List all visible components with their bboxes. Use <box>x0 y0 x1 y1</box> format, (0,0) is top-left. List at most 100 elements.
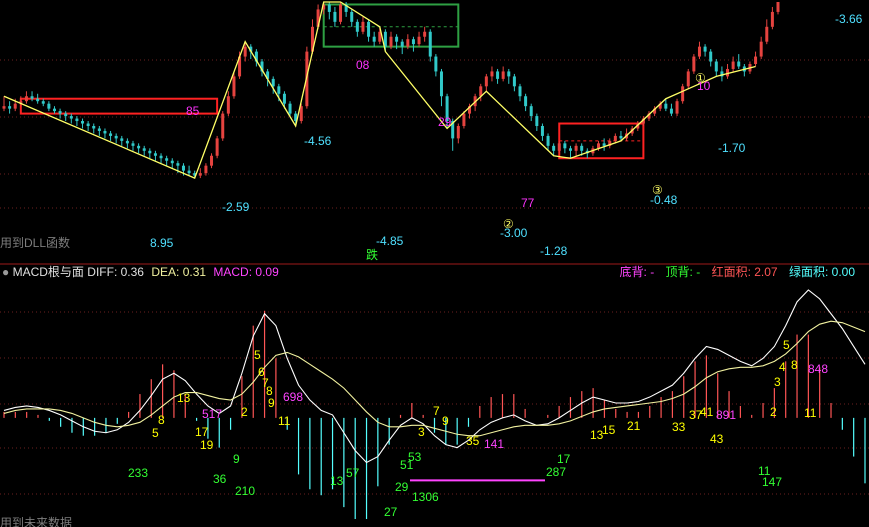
candle-body <box>120 138 124 141</box>
candle-body <box>563 143 567 149</box>
candle-body <box>13 103 17 109</box>
circled-marker: ③ <box>652 183 663 197</box>
candle-body <box>529 106 533 117</box>
candle-body <box>142 148 146 151</box>
macd-count-number: 9 <box>442 414 449 428</box>
zigzag-price-label: -1.70 <box>718 141 746 155</box>
candle-body <box>148 150 152 154</box>
candle-body <box>221 113 225 139</box>
macd-count-number: 21 <box>627 419 641 433</box>
indicator-settings-icon[interactable]: ● <box>2 265 9 279</box>
zigzag-price-label: 77 <box>521 196 535 210</box>
macd-value: 0.09 <box>255 265 279 279</box>
candle-body <box>737 61 741 67</box>
macd-count-number: 19 <box>200 438 214 452</box>
candle-body <box>406 39 410 47</box>
candle-body <box>36 98 40 102</box>
candle-body <box>524 96 528 107</box>
candle-body <box>754 56 758 64</box>
dea-label: DEA: <box>151 265 180 279</box>
candle-body <box>226 96 230 114</box>
candle-body <box>574 145 578 151</box>
candle-body <box>103 130 107 134</box>
candle-body <box>484 76 488 87</box>
candle-body <box>232 76 236 97</box>
candle-body <box>770 11 774 27</box>
red-area-value: 2.07 <box>754 265 778 279</box>
candle-body <box>776 2 780 12</box>
candle-body <box>552 145 556 151</box>
candlestick-series <box>2 2 780 179</box>
indicator-name[interactable]: MACD根与面 <box>13 265 84 279</box>
candle-body <box>613 135 617 141</box>
candle-body <box>512 76 516 87</box>
candle-body <box>165 158 169 161</box>
top-divergence-value: - <box>696 265 701 279</box>
candle-body <box>417 36 421 45</box>
macd-count-number: 4 <box>779 360 786 374</box>
top-divergence-label: 顶背: <box>665 265 693 279</box>
candle-body <box>288 103 292 114</box>
candle-body <box>619 135 623 139</box>
candle-body <box>490 71 494 77</box>
candle-body <box>282 93 286 104</box>
candle-body <box>411 39 415 45</box>
candle-body <box>355 21 359 32</box>
macd-count-number: 287 <box>546 465 567 479</box>
circled-marker: ① <box>695 71 706 85</box>
macd-count-number: 141 <box>484 437 505 451</box>
candle-body <box>75 118 79 122</box>
candle-body <box>243 46 247 57</box>
candle-body <box>170 160 174 164</box>
macd-count-number: 35 <box>466 434 480 448</box>
dif-line <box>3 289 866 464</box>
candle-body <box>714 61 718 72</box>
dea-value: 0.31 <box>182 265 207 279</box>
candle-body <box>41 101 45 104</box>
macd-count-number: 43 <box>710 432 724 446</box>
macd-label: MACD: <box>213 265 253 279</box>
macd-count-number: 15 <box>602 423 616 437</box>
candle-body <box>8 106 12 109</box>
macd-count-number: 1306 <box>412 490 439 504</box>
macd-count-number: 9 <box>233 452 240 466</box>
candle-body <box>540 126 544 136</box>
candle-body <box>92 126 96 129</box>
zigzag-price-label: 85 <box>186 104 200 118</box>
candle-body <box>686 71 690 87</box>
macd-count-number: 8 <box>791 358 798 372</box>
macd-count-number: 5 <box>783 338 790 352</box>
candle-body <box>109 133 113 136</box>
candle-body <box>210 155 214 166</box>
candle-body <box>681 86 685 102</box>
macd-count-number: 7 <box>433 404 440 418</box>
candle-body <box>389 36 393 47</box>
candle-body <box>669 108 673 114</box>
macd-count-number: 41 <box>700 405 714 419</box>
candle-body <box>52 108 56 112</box>
candle-body <box>125 140 129 144</box>
candle-body <box>69 116 73 119</box>
candle-body <box>271 78 275 87</box>
macd-count-number: 36 <box>213 472 227 486</box>
macd-count-number: 848 <box>808 362 829 376</box>
candle-body <box>518 86 522 97</box>
fall-marker: 跌 <box>366 248 379 262</box>
candle-body <box>692 56 696 72</box>
candle-body <box>181 165 185 171</box>
candle-body <box>535 116 539 126</box>
candle-body <box>709 51 713 62</box>
candle-body <box>546 135 550 146</box>
candle-body <box>327 4 331 12</box>
candle-body <box>456 126 460 139</box>
candle-body <box>428 31 432 57</box>
candle-body <box>215 138 219 156</box>
candle-body <box>367 21 371 37</box>
zigzag-price-label: 8.95 <box>150 236 174 250</box>
candle-body <box>350 11 354 22</box>
macd-count-number: 57 <box>346 466 360 480</box>
candle-body <box>198 173 202 176</box>
candle-body <box>400 41 404 47</box>
candle-body <box>131 143 135 146</box>
candle-body <box>24 96 28 102</box>
